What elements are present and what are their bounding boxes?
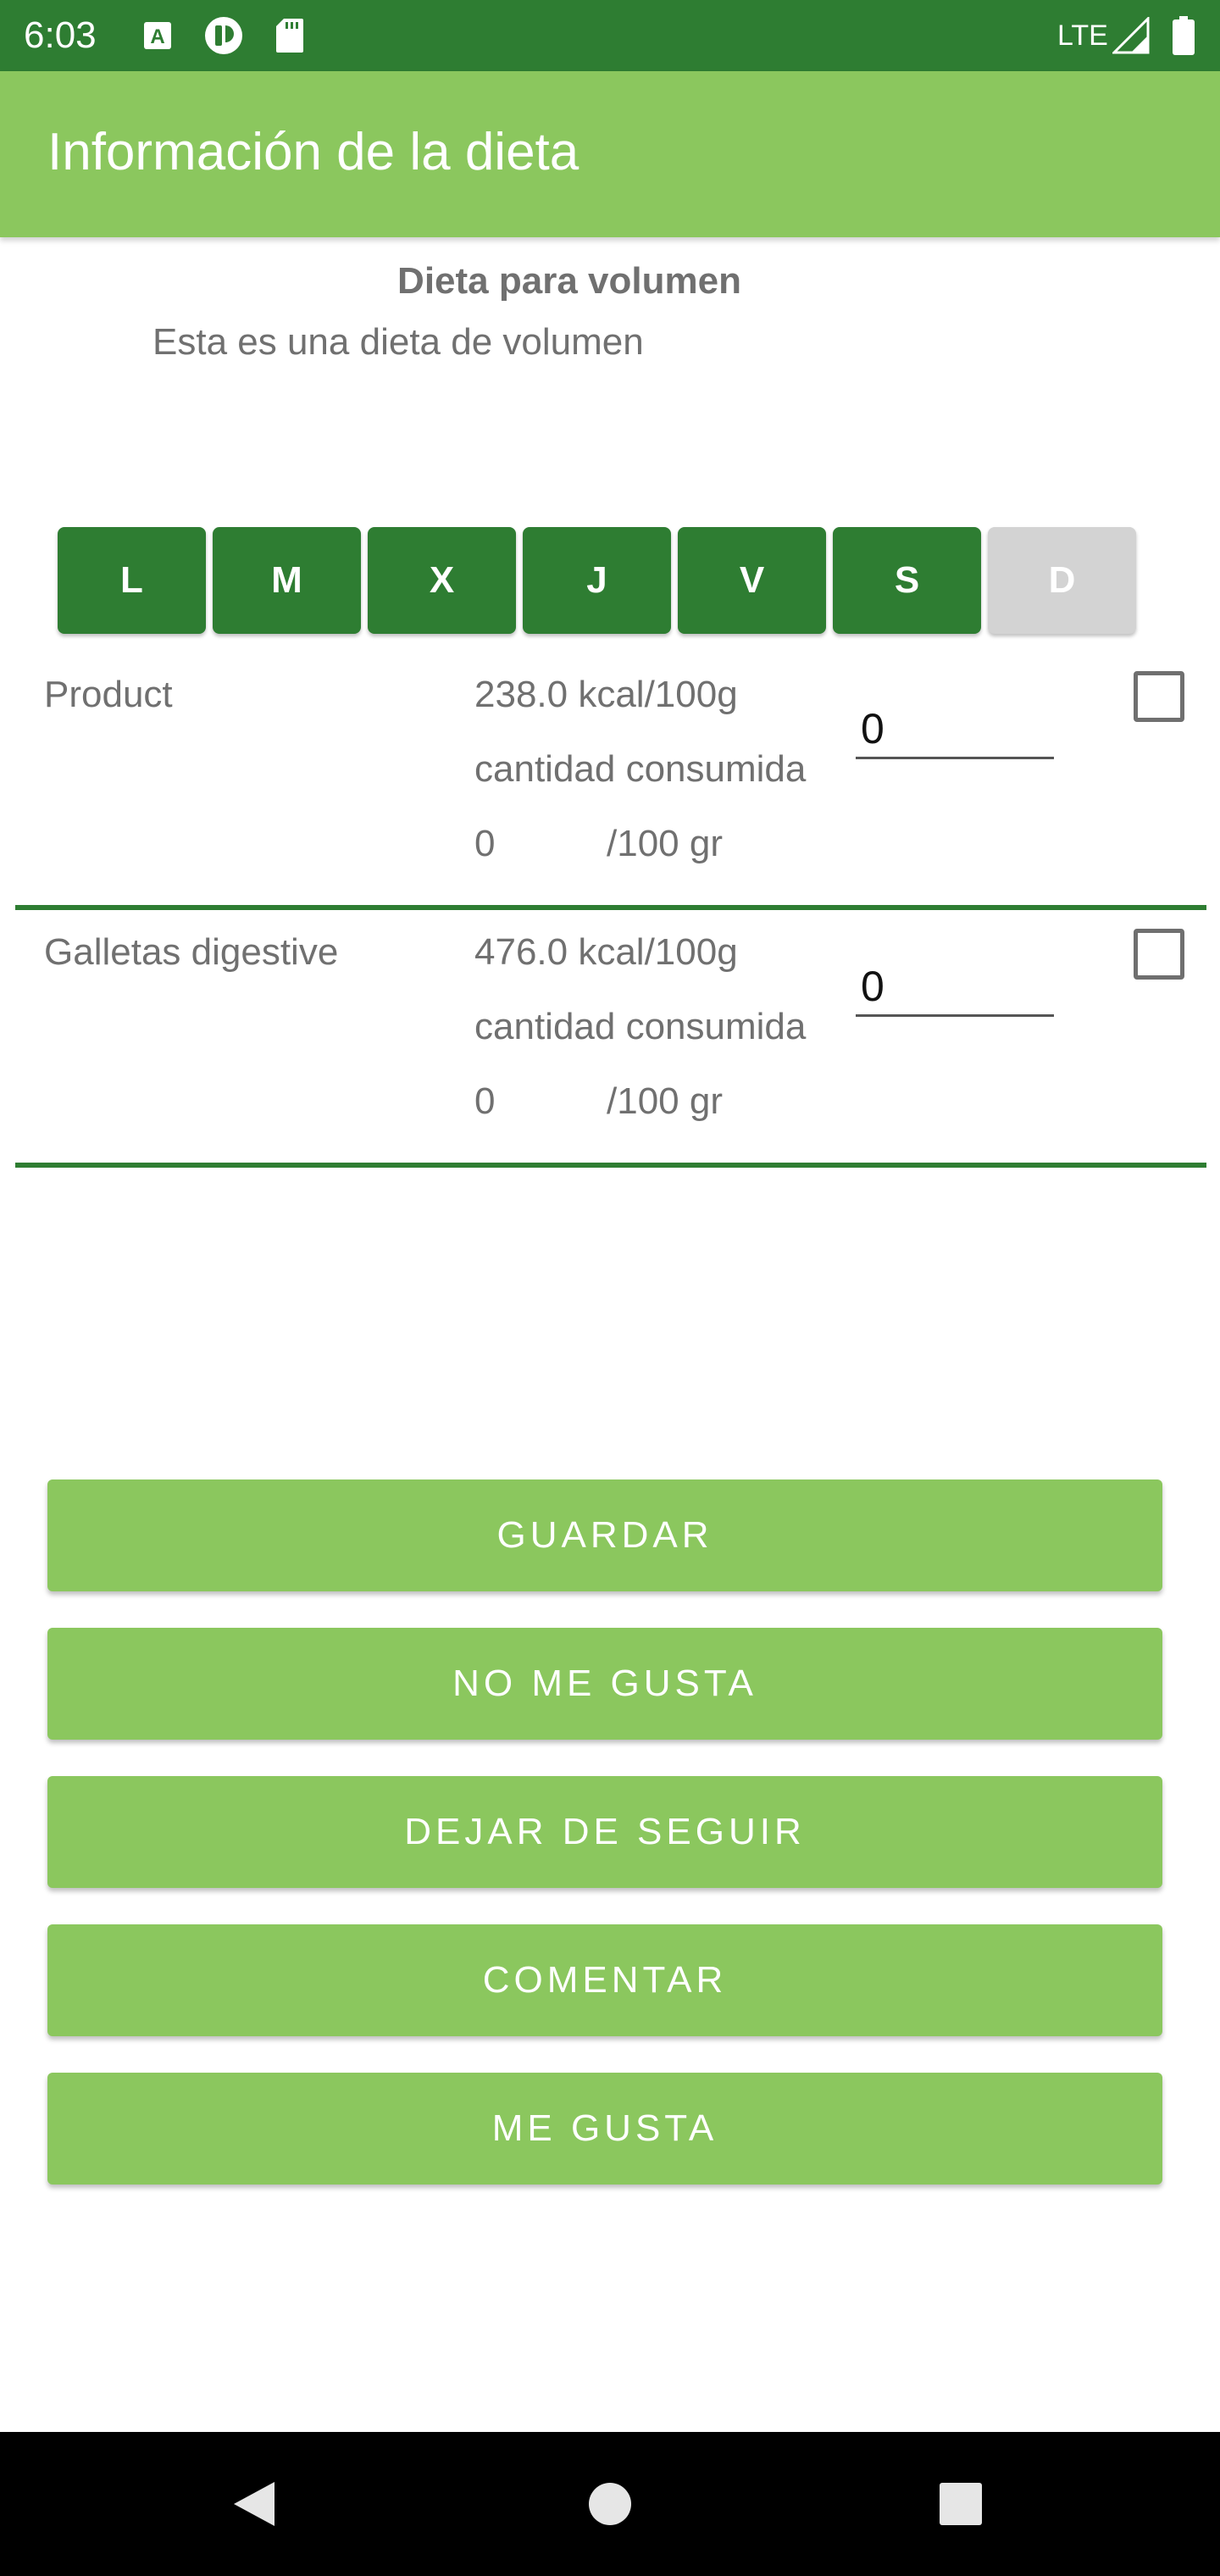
comment-button[interactable]: COMENTAR	[47, 1924, 1162, 2036]
product-kcal: 238.0 kcal/100g	[474, 674, 738, 715]
network-type: LTE	[1057, 19, 1108, 52]
consumed-value: 0	[474, 1080, 496, 1122]
quantity-input[interactable]	[856, 700, 1054, 759]
unfollow-button[interactable]: DEJAR DE SEGUIR	[47, 1776, 1162, 1888]
sd-card-icon	[273, 19, 307, 53]
product-checkbox[interactable]	[1134, 671, 1184, 722]
battery-icon	[1169, 16, 1198, 55]
app-bar: Información de la dieta	[0, 71, 1220, 237]
play-protect-icon	[202, 17, 246, 54]
day-selector: L M X J V S D	[58, 527, 1136, 634]
day-button-v[interactable]: V	[678, 527, 826, 634]
product-name: Product	[44, 674, 173, 715]
dislike-button[interactable]: NO ME GUSTA	[47, 1628, 1162, 1740]
status-time: 6:03	[24, 14, 97, 56]
signal-icon	[1112, 17, 1151, 54]
a-notification-icon: A	[141, 19, 175, 53]
day-button-x[interactable]: X	[368, 527, 516, 634]
consumed-unit: /100 gr	[607, 823, 723, 864]
save-button[interactable]: GUARDAR	[47, 1480, 1162, 1591]
product-row: Product 238.0 kcal/100g cantidad consumi…	[15, 652, 1206, 910]
back-icon[interactable]	[212, 2432, 297, 2576]
product-kcal: 476.0 kcal/100g	[474, 931, 738, 973]
consumed-label: cantidad consumida	[474, 748, 807, 790]
day-button-l[interactable]: L	[58, 527, 206, 634]
product-name: Galletas digestive	[44, 931, 339, 973]
home-icon[interactable]	[568, 2432, 652, 2576]
day-button-d[interactable]: D	[988, 527, 1136, 634]
like-button[interactable]: ME GUSTA	[47, 2073, 1162, 2185]
consumed-unit: /100 gr	[607, 1080, 723, 1122]
status-bar: 6:03 A LTE	[0, 0, 1220, 71]
page-title: Información de la dieta	[47, 123, 580, 181]
diet-description: Esta es una dieta de volumen	[152, 321, 644, 363]
recents-icon[interactable]	[918, 2432, 1003, 2576]
quantity-input[interactable]	[856, 958, 1054, 1017]
consumed-label: cantidad consumida	[474, 1006, 807, 1047]
diet-name: Dieta para volumen	[397, 260, 741, 302]
product-row: Galletas digestive 476.0 kcal/100g canti…	[15, 910, 1206, 1168]
svg-text:A: A	[150, 25, 164, 48]
day-button-s[interactable]: S	[833, 527, 981, 634]
product-checkbox[interactable]	[1134, 929, 1184, 980]
consumed-value: 0	[474, 823, 496, 864]
day-button-m[interactable]: M	[213, 527, 361, 634]
navigation-bar	[0, 2432, 1220, 2576]
day-button-j[interactable]: J	[523, 527, 671, 634]
